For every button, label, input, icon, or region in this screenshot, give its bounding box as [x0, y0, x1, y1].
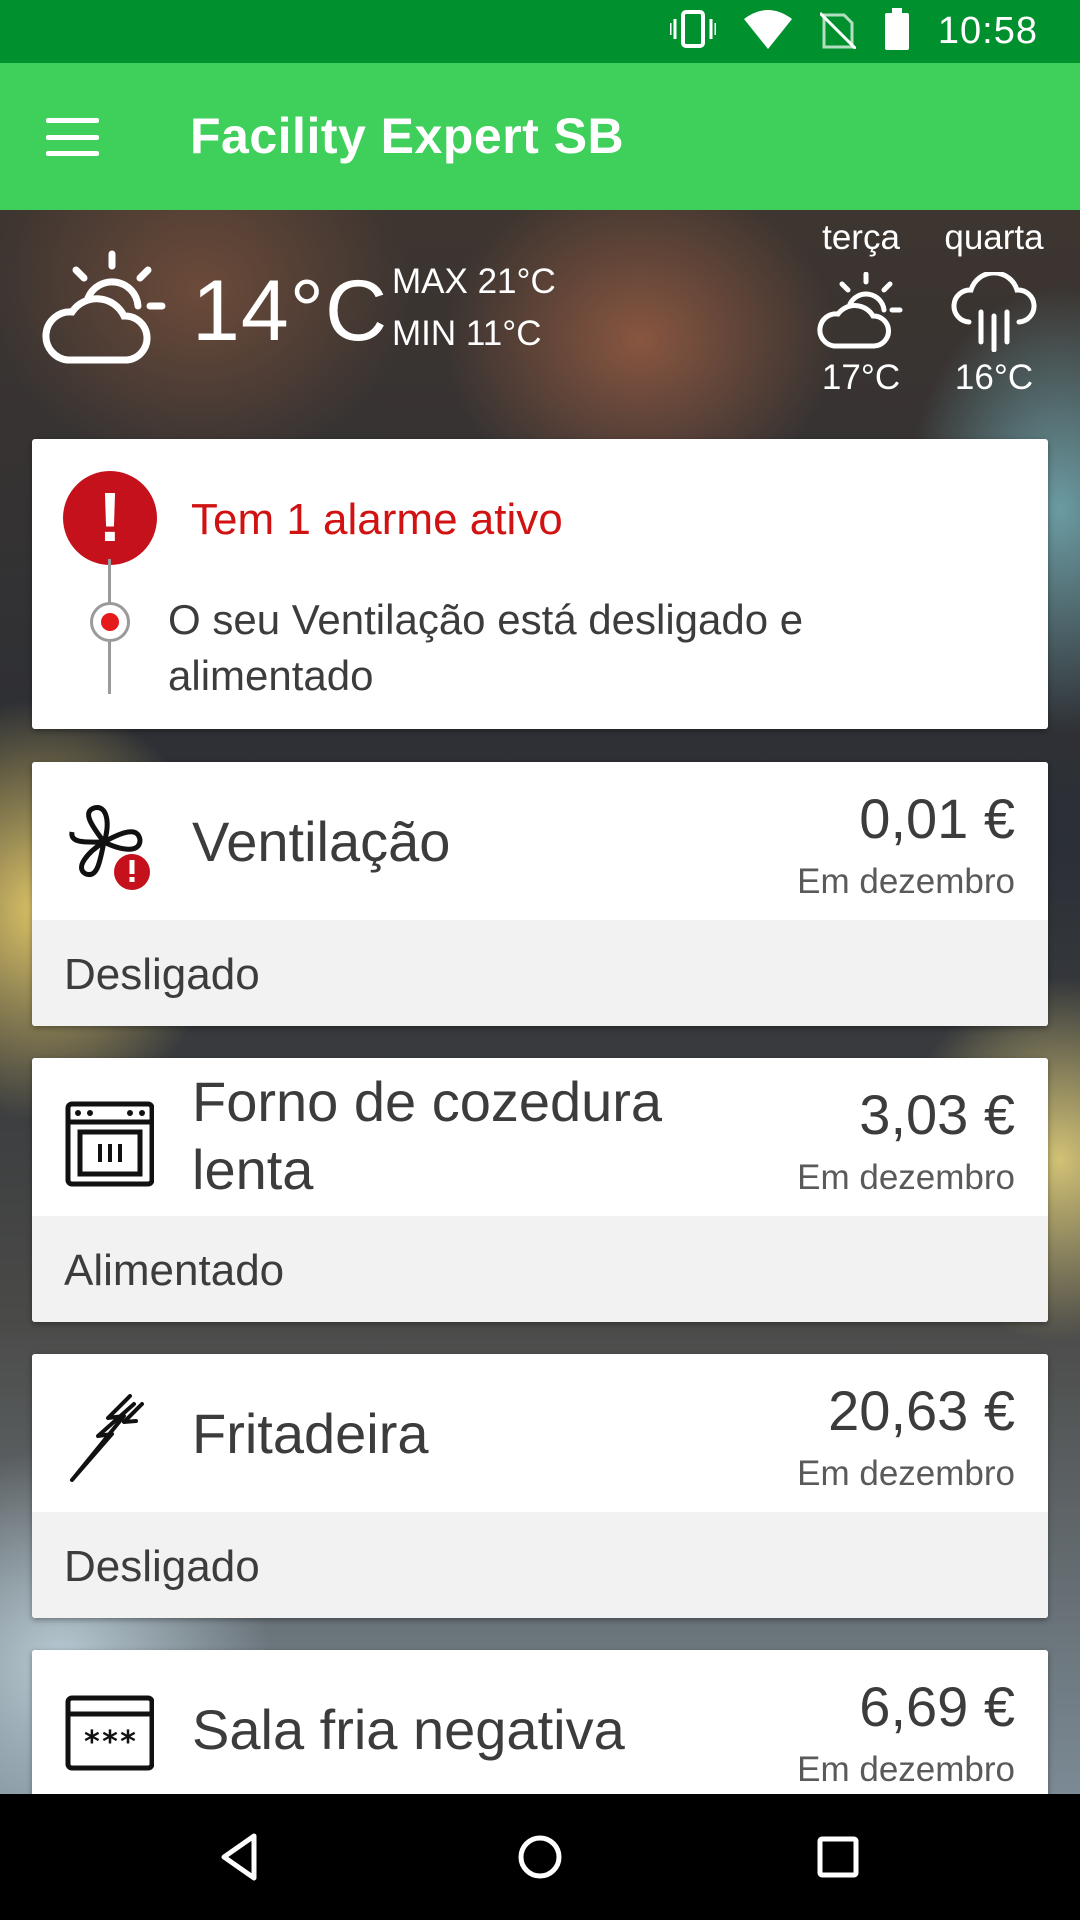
device-card-ventilacao[interactable]: Ventilação 0,01 € Em dezembro Desligado [32, 762, 1048, 1026]
device-header: Fritadeira 20,63 € Em dezembro [32, 1354, 1048, 1512]
device-name: Forno de cozedura lenta [192, 1070, 663, 1201]
alarm-message: O seu Ventilação está desligado e alimen… [168, 596, 804, 699]
device-price: 20,63 € [828, 1379, 1015, 1442]
partly-cloudy-icon [38, 250, 178, 375]
device-name: Fritadeira [192, 1402, 429, 1465]
device-name: Ventilação [192, 810, 451, 873]
device-status: Alimentado [64, 1246, 285, 1295]
device-header: Ventilação 0,01 € Em dezembro [32, 762, 1048, 920]
max-temperature: MAX 21°C [392, 262, 556, 301]
min-temperature: MIN 11°C [392, 314, 542, 353]
current-temperature: 14°C [192, 263, 389, 359]
no-sim-icon [818, 9, 857, 54]
forecast-day-label: terça [822, 218, 900, 257]
device-header: *** Sala fria negativa 6,69 € Em dezembr… [32, 1650, 1048, 1794]
status-time: 10:58 [937, 10, 1038, 52]
battery-icon [884, 8, 910, 55]
status-bar: 10:58 [0, 0, 1080, 63]
alarm-title: Tem 1 alarme ativo [191, 495, 563, 544]
device-period: Em dezembro [797, 1158, 1015, 1197]
device-header: Forno de cozedura lenta 3,03 € Em dezemb… [32, 1058, 1048, 1216]
device-status-bar: Alimentado [32, 1216, 1048, 1322]
app-title: Facility Expert SB [190, 108, 625, 164]
back-icon[interactable] [208, 1824, 274, 1890]
weather-panel: 14°C MAX 21°C MIN 11°C terça 17°C quarta… [0, 210, 1080, 440]
alarm-card[interactable]: ! Tem 1 alarme ativo O seu Ventilação es… [32, 439, 1048, 729]
forecast-day-1: terça 17°C [801, 218, 921, 398]
device-status: Desligado [64, 950, 260, 999]
home-icon[interactable] [507, 1824, 573, 1890]
lightning-icon [64, 1394, 154, 1484]
oven-icon [64, 1098, 155, 1188]
svg-text:***: *** [83, 1725, 137, 1760]
rain-icon [949, 270, 1039, 353]
status-icons: 10:58 [668, 0, 1038, 63]
device-price: 0,01 € [859, 787, 1015, 850]
device-card-forno[interactable]: Forno de cozedura lenta 3,03 € Em dezemb… [32, 1058, 1048, 1322]
dashboard-content[interactable]: 14°C MAX 21°C MIN 11°C terça 17°C quarta… [0, 210, 1080, 1794]
device-name: Sala fria negativa [192, 1698, 625, 1761]
device-price: 3,03 € [859, 1083, 1015, 1146]
fan-alert-icon [64, 802, 154, 892]
device-card-sala-fria[interactable]: *** Sala fria negativa 6,69 € Em dezembr… [32, 1650, 1048, 1794]
forecast-temperature: 17°C [821, 358, 901, 397]
wifi-icon [743, 9, 792, 54]
forecast-temperature: 16°C [954, 358, 1034, 397]
device-status: Desligado [64, 1542, 260, 1591]
recents-icon[interactable] [805, 1824, 871, 1890]
device-card-fritadeira[interactable]: Fritadeira 20,63 € Em dezembro Desligado [32, 1354, 1048, 1618]
alarm-dot-icon [90, 602, 130, 642]
forecast-day-2: quarta 16°C [934, 218, 1054, 398]
vibrate-icon [668, 9, 718, 54]
alarm-exclamation-icon: ! [63, 471, 157, 565]
navigation-bar [0, 1794, 1080, 1920]
device-price: 6,69 € [859, 1675, 1015, 1738]
device-period: Em dezembro [797, 1750, 1015, 1789]
device-status-bar: Desligado [32, 1512, 1048, 1618]
device-status-bar: Desligado [32, 920, 1048, 1026]
menu-icon[interactable] [40, 109, 105, 165]
forecast-day-label: quarta [944, 218, 1044, 257]
app-bar: Facility Expert SB [0, 63, 1080, 210]
device-period: Em dezembro [797, 1454, 1015, 1493]
partly-cloudy-icon [816, 271, 906, 352]
device-period: Em dezembro [797, 862, 1015, 901]
cold-room-icon: *** [64, 1690, 155, 1780]
